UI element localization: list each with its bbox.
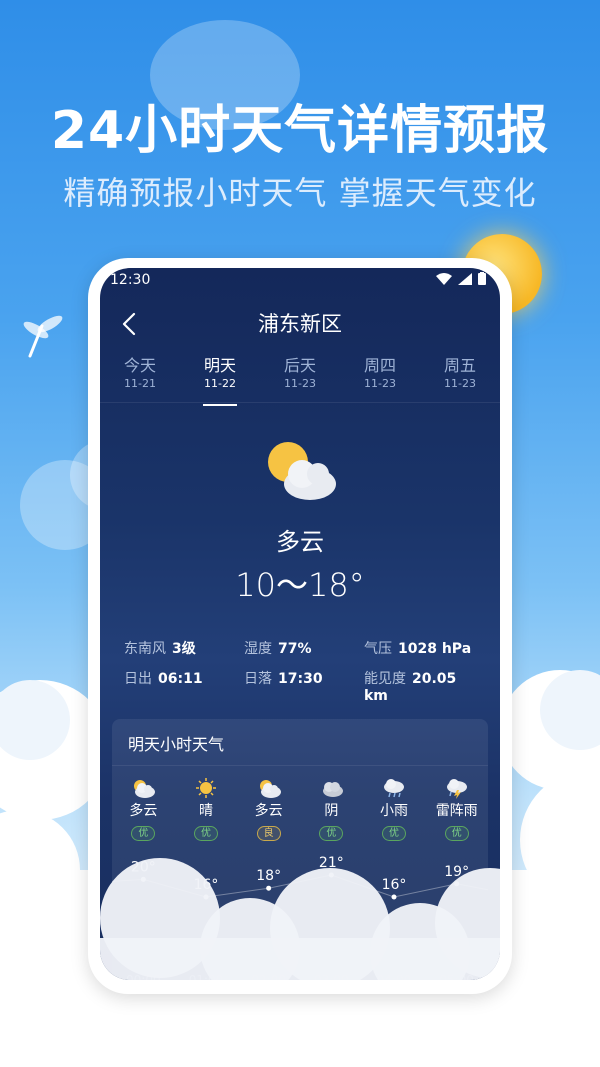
city-title: 浦东新区 <box>258 312 342 336</box>
sunrise-value: 06:11 <box>158 671 203 687</box>
tab-day-date: 11-21 <box>124 377 156 390</box>
pressure-label: 气压 <box>364 641 392 657</box>
hourly-condition: 阴 <box>324 803 339 819</box>
pressure-value: 1028 hPa <box>398 641 472 657</box>
current-condition: 多云 <box>276 528 324 556</box>
overcast-icon <box>318 777 344 799</box>
light-rain-icon <box>381 777 407 799</box>
hourly-condition: 雷阵雨 <box>435 803 478 819</box>
thunder-shower-icon <box>444 777 470 799</box>
hourly-condition: 多云 <box>129 803 158 819</box>
tabs-divider <box>100 402 500 403</box>
wind-label: 东南风 <box>124 641 166 657</box>
status-bar: 12:30 <box>100 268 500 294</box>
details-row-1: 东南风 3级 湿度 77% 气压 1028 hPa <box>124 638 484 658</box>
day-tabs: 今天 11-21 明天 11-22 后天 11-23 周四 11-23 周五 11-23 <box>100 356 500 406</box>
promo-subline: 精确预报小时天气 掌握天气变化 <box>63 174 537 212</box>
details-row-2: 日出 06:11 日落 17:30 能见度 20.05 km <box>124 668 484 704</box>
sunset-value: 17:30 <box>278 671 323 687</box>
tab-day-date: 11-23 <box>284 377 316 390</box>
tab-day[interactable]: 明天 11-22 <box>180 356 260 406</box>
hourly-condition: 晴 <box>199 803 213 819</box>
tab-day[interactable]: 后天 11-23 <box>260 356 340 404</box>
wind-value: 3级 <box>172 641 196 657</box>
nav-bar: 浦东新区 <box>100 302 500 346</box>
tab-day-name: 明天 <box>203 356 236 375</box>
dragonfly-icon <box>23 315 63 358</box>
promo-headline: 24小时天气详情预报 <box>50 101 550 161</box>
tab-day[interactable]: 周四 11-23 <box>340 356 420 404</box>
battery-icon <box>478 272 486 285</box>
tab-day[interactable]: 周五 11-23 <box>420 356 500 404</box>
tab-day-date: 11-23 <box>364 377 396 390</box>
partly-cloudy-icon <box>268 442 336 500</box>
status-time: 12:30 <box>110 272 151 288</box>
card-divider <box>112 765 488 766</box>
hourly-title: 明天小时天气 <box>128 735 225 754</box>
tab-day-name: 周五 <box>443 356 476 375</box>
sunrise-label: 日出 <box>124 671 152 687</box>
hourly-condition: 多云 <box>254 803 283 819</box>
humidity-label: 湿度 <box>244 641 272 657</box>
hourly-condition: 小雨 <box>380 803 409 819</box>
tab-day-name: 今天 <box>123 356 156 375</box>
sunny-icon <box>193 777 219 799</box>
current-temp-range: 10～18° <box>235 566 365 604</box>
bottom-cloud-overlay <box>100 858 500 980</box>
partly-cloudy-icon <box>130 777 156 799</box>
tab-day-date: 11-22 <box>204 377 236 390</box>
sunset-label: 日落 <box>244 671 272 687</box>
visibility-label: 能见度 <box>364 671 406 687</box>
tab-day-name: 后天 <box>283 356 316 375</box>
humidity-value: 77% <box>278 641 312 657</box>
wifi-icon <box>436 272 452 285</box>
tab-day[interactable]: 今天 11-21 <box>100 356 180 404</box>
partly-cloudy-icon <box>256 777 282 799</box>
tab-day-date: 11-23 <box>444 377 476 390</box>
signal-icon <box>458 272 472 285</box>
phone-screen: 12:30 浦东新区 今天 11-21 明天 11-22 后天 11-23 周四 11-23 周… <box>100 268 500 980</box>
tab-day-name: 周四 <box>363 356 396 375</box>
